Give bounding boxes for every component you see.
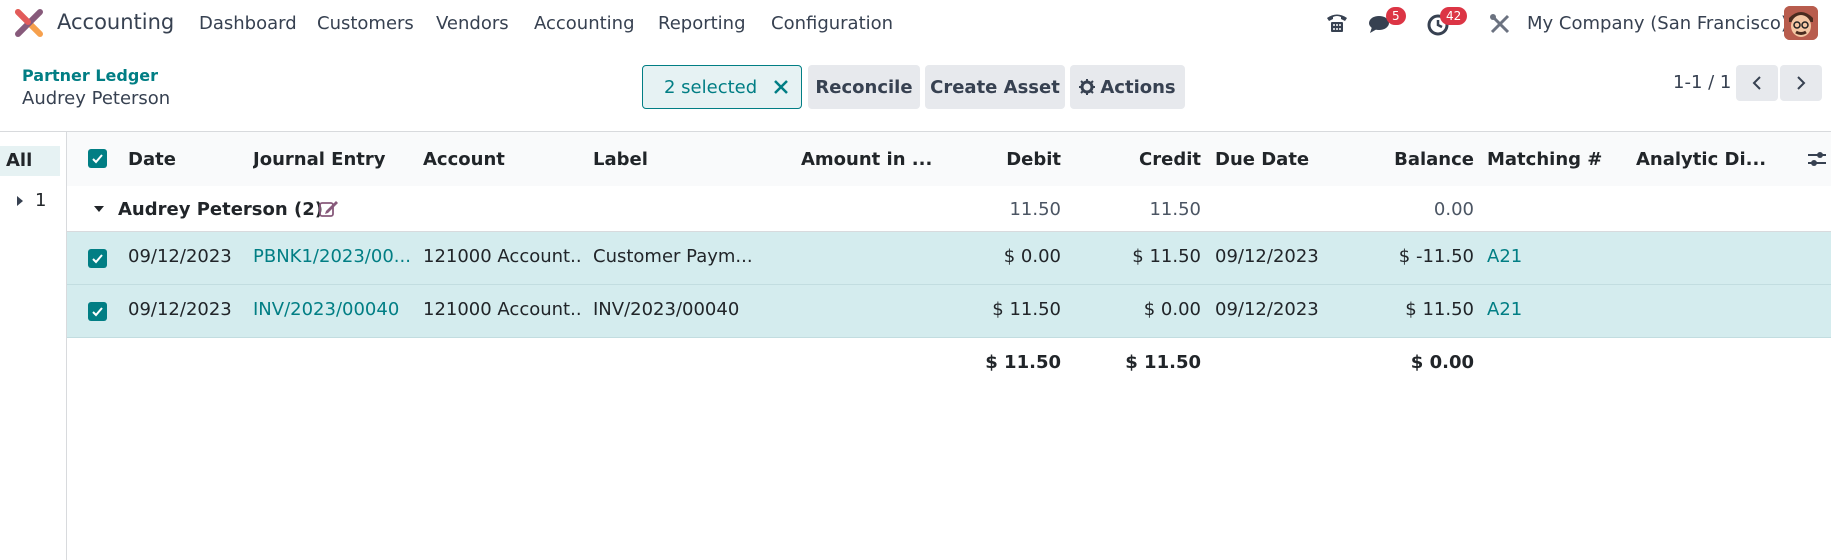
messages-badge: 5 (1386, 7, 1406, 25)
select-all-checkbox[interactable] (88, 149, 107, 168)
actions-button[interactable]: Actions (1070, 65, 1185, 109)
user-avatar-image (1784, 6, 1818, 40)
menu-configuration[interactable]: Configuration (771, 13, 893, 34)
header-analytic[interactable]: Analytic Di... (1636, 149, 1786, 170)
menu-dashboard[interactable]: Dashboard (199, 13, 297, 34)
pager-value[interactable]: 1-1 / 1 (1673, 72, 1731, 93)
header-due-date[interactable]: Due Date (1215, 149, 1335, 170)
check-icon (92, 307, 103, 317)
header-journal-entry[interactable]: Journal Entry (253, 149, 413, 170)
total-credit: $ 11.50 (1125, 352, 1201, 373)
row-date: 09/12/2023 (128, 299, 232, 320)
row-matching-link[interactable]: A21 (1487, 299, 1567, 320)
optional-columns-icon[interactable] (1807, 151, 1827, 167)
phone-icon[interactable] (1325, 12, 1349, 34)
activities-badge: 42 (1440, 7, 1468, 25)
row-checkbox[interactable] (88, 302, 107, 321)
group-row[interactable]: Audrey Peterson (2) 11.50 11.50 0.00 (67, 186, 1831, 232)
header-amount-currency[interactable]: Amount in ... (801, 149, 931, 170)
chevron-right-icon (1797, 76, 1806, 90)
header-account[interactable]: Account (423, 149, 573, 170)
actions-label: Actions (1100, 76, 1176, 98)
app-name[interactable]: Accounting (57, 10, 174, 34)
row-debit: $ 0.00 (1003, 246, 1061, 267)
menu-customers[interactable]: Customers (317, 13, 414, 34)
row-date: 09/12/2023 (128, 246, 232, 267)
selected-count: 2 selected (664, 76, 758, 98)
tools-icon[interactable] (1489, 13, 1511, 35)
pager-next-button[interactable] (1780, 65, 1822, 101)
row-account: 121000 Account... (423, 299, 583, 320)
row-balance: $ -11.50 (1398, 246, 1474, 267)
header-debit[interactable]: Debit (961, 149, 1061, 170)
header-balance[interactable]: Balance (1337, 149, 1474, 170)
pager-previous-button[interactable] (1736, 65, 1778, 101)
row-due-date: 09/12/2023 (1215, 299, 1319, 320)
selection-indicator: 2 selected (642, 65, 802, 109)
row-account: 121000 Account... (423, 246, 583, 267)
menu-vendors[interactable]: Vendors (436, 13, 509, 34)
row-journal-entry-link[interactable]: INV/2023/00040 (253, 299, 413, 320)
menu-accounting[interactable]: Accounting (534, 13, 635, 34)
row-credit: $ 0.00 (1143, 299, 1201, 320)
user-avatar[interactable] (1784, 6, 1818, 40)
row-matching-link[interactable]: A21 (1487, 246, 1567, 267)
row-label: INV/2023/00040 (593, 299, 740, 320)
side-panel-all[interactable]: All (0, 146, 60, 176)
gear-icon (1079, 79, 1096, 95)
check-icon (92, 154, 103, 164)
breadcrumb-partner-ledger[interactable]: Partner Ledger (22, 66, 158, 85)
top-navbar: Accounting Dashboard Customers Vendors A… (0, 0, 1831, 48)
totals-row: $ 11.50 $ 11.50 $ 0.00 (67, 338, 1831, 386)
header-credit[interactable]: Credit (1101, 149, 1201, 170)
breadcrumb-current: Audrey Peterson (22, 88, 171, 109)
check-icon (92, 254, 103, 264)
chevron-left-icon (1752, 76, 1761, 90)
row-checkbox[interactable] (88, 249, 107, 268)
table-row[interactable]: 09/12/2023 PBNK1/2023/00... 121000 Accou… (67, 232, 1831, 285)
side-panel: All 1 (0, 132, 67, 560)
table-header: Date Journal Entry Account Label Amount … (67, 132, 1831, 186)
table-row[interactable]: 09/12/2023 INV/2023/00040 121000 Account… (67, 285, 1831, 338)
menu-reporting[interactable]: Reporting (658, 13, 746, 34)
company-switcher[interactable]: My Company (San Francisco) (1527, 13, 1788, 34)
caret-down-icon (94, 206, 104, 212)
header-matching[interactable]: Matching # (1487, 149, 1617, 170)
row-journal-entry-link[interactable]: PBNK1/2023/00... (253, 246, 413, 267)
header-label[interactable]: Label (593, 149, 743, 170)
row-credit: $ 11.50 (1132, 246, 1201, 267)
row-balance: $ 11.50 (1405, 299, 1474, 320)
clear-selection-icon[interactable] (773, 79, 789, 95)
row-label: Customer Paym... (593, 246, 753, 267)
row-due-date: 09/12/2023 (1215, 246, 1319, 267)
caret-right-icon[interactable] (16, 195, 24, 207)
group-name: Audrey Peterson (2) (118, 199, 323, 220)
edit-icon[interactable] (319, 200, 339, 218)
total-balance: $ 0.00 (1410, 352, 1474, 373)
header-date[interactable]: Date (128, 149, 238, 170)
group-credit: 11.50 (1149, 199, 1201, 220)
reconcile-button[interactable]: Reconcile (808, 65, 920, 109)
group-debit: 11.50 (1009, 199, 1061, 220)
group-balance: 0.00 (1433, 199, 1474, 220)
create-asset-button[interactable]: Create Asset (925, 65, 1065, 109)
row-debit: $ 11.50 (992, 299, 1061, 320)
side-panel-item[interactable]: 1 (35, 190, 46, 211)
accounting-app-icon[interactable] (14, 8, 44, 38)
total-debit: $ 11.50 (985, 352, 1061, 373)
